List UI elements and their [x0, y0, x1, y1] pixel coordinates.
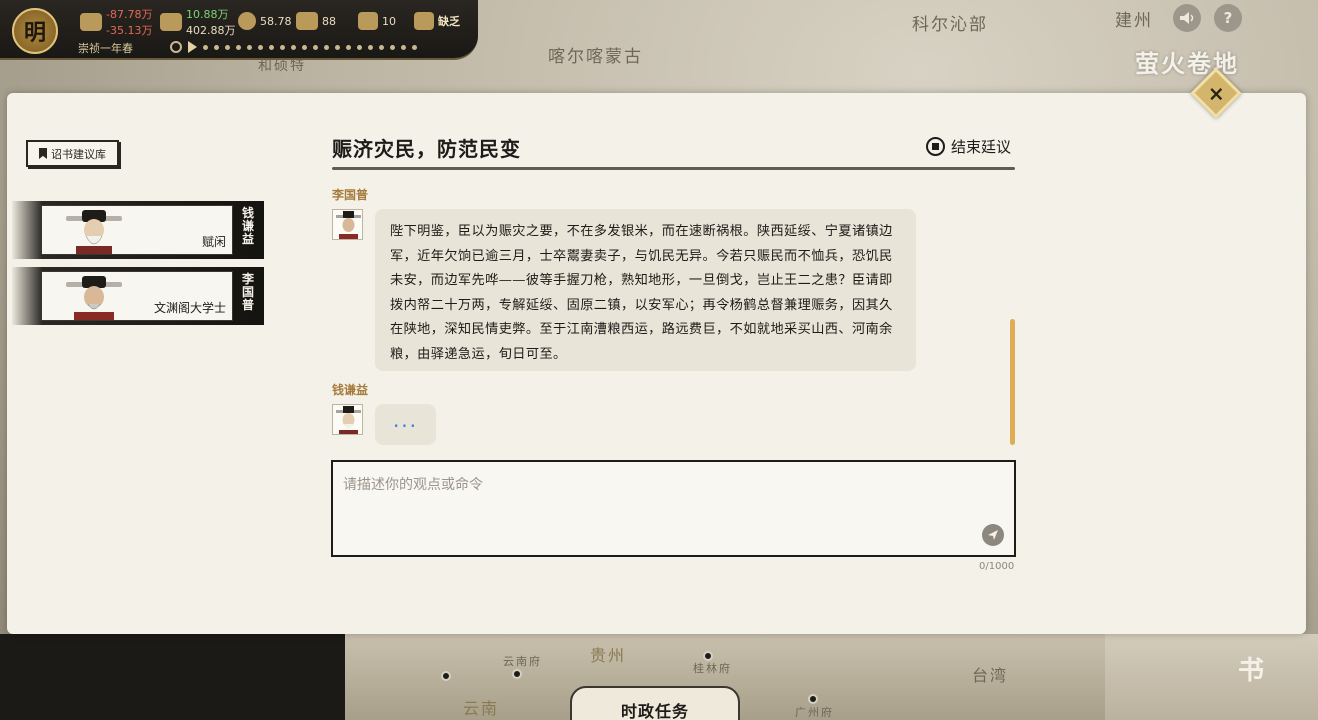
city-marker[interactable]: [703, 651, 713, 661]
minister-portrait-frame: 赋闲: [41, 205, 233, 255]
map-label-yunnan: 云南: [463, 699, 500, 718]
grain-stat[interactable]: 10.88万 402.88万: [160, 6, 236, 38]
typing-indicator: ...: [375, 404, 436, 445]
timeline-step[interactable]: [313, 44, 318, 50]
stop-icon: [926, 137, 945, 156]
silver-total: -35.13万: [106, 24, 153, 37]
book-menu-button[interactable]: 书: [1238, 650, 1264, 687]
title-divider: [332, 167, 1015, 170]
map-lower-left-decor: [0, 634, 345, 720]
question-icon: ?: [1223, 9, 1233, 27]
timeline-step[interactable]: [225, 44, 230, 50]
timeline-step[interactable]: [368, 44, 373, 50]
resource-bar: 明 -87.78万 -35.13万 10.88万 402.88万 58.78 8…: [0, 0, 478, 60]
help-button[interactable]: ?: [1214, 4, 1242, 32]
horse-icon: [296, 12, 318, 30]
grain-total: 402.88万: [186, 24, 236, 37]
bookmark-icon: [39, 148, 47, 159]
minister-title: 赋闲: [201, 235, 226, 249]
message-speaker: 钱谦益: [332, 383, 369, 397]
map-label-horqin: 科尔沁部: [912, 15, 988, 35]
timeline-step[interactable]: [324, 44, 329, 50]
game-date: 崇祯一年春: [78, 42, 133, 55]
map-label-guilinfu: 桂林府: [693, 662, 732, 675]
timeline-step[interactable]: [302, 44, 307, 50]
population-stat[interactable]: 58.78: [238, 12, 292, 30]
grain-delta: 10.88万: [186, 8, 229, 21]
message-speaker: 李国普: [332, 188, 369, 202]
timeline-step[interactable]: [379, 44, 384, 50]
speaker-icon: [1180, 12, 1194, 24]
paper-plane-icon: [988, 530, 998, 540]
timeline-step[interactable]: [203, 44, 208, 50]
threat-stat[interactable]: 10: [358, 12, 396, 30]
timeline-step[interactable]: [258, 44, 263, 50]
map-label-jianzhou: 建州: [1115, 11, 1153, 31]
minister-portrait: [66, 210, 122, 254]
map-label-taiwan: 台湾: [972, 666, 1009, 685]
mask-icon: [358, 12, 378, 30]
minister-name: 李国普: [241, 272, 254, 312]
time-control: [170, 41, 417, 53]
military-stat[interactable]: 88: [296, 12, 336, 30]
timeline-step[interactable]: [412, 44, 417, 50]
send-button[interactable]: [982, 524, 1004, 546]
character-counter: 0/1000: [979, 561, 1015, 572]
silver-stat[interactable]: -87.78万 -35.13万: [80, 6, 152, 38]
command-input[interactable]: [331, 460, 1016, 557]
map-label-yunnanfu: 云南府: [503, 655, 542, 668]
timeline-step[interactable]: [357, 44, 362, 50]
watermark-logo: 萤火卷地: [1135, 49, 1239, 78]
minister-portrait: [66, 276, 122, 320]
discussion-title: 赈济灾民，防范民变: [332, 137, 521, 161]
avatar: [332, 404, 363, 435]
silver-delta: -87.78万: [106, 8, 153, 21]
city-marker[interactable]: [512, 669, 522, 679]
minister-name: 钱谦益: [241, 206, 254, 246]
message-bubble: 陛下明鉴，臣以为赈灾之要，不在多发银米，而在速断祸根。陕西延绥、宁夏诸镇边军，近…: [375, 209, 916, 371]
scales-icon: [414, 12, 434, 30]
map-label-guizhou: 贵州: [590, 646, 627, 665]
policy-tasks-button[interactable]: 时政任务: [570, 686, 740, 720]
avatar: [332, 209, 363, 240]
timeline-step[interactable]: [346, 44, 351, 50]
edict-library-button[interactable]: 诏书建议库: [26, 140, 119, 167]
close-icon: ×: [1207, 80, 1225, 105]
timeline-step[interactable]: [214, 44, 219, 50]
map-lower-right-area[interactable]: [1105, 634, 1318, 720]
timeline-step[interactable]: [236, 44, 241, 50]
chat-scrollbar[interactable]: [1010, 319, 1015, 445]
dynasty-emblem[interactable]: 明: [12, 8, 58, 54]
people-icon: [238, 12, 256, 30]
timeline-step[interactable]: [291, 44, 296, 50]
minister-portrait-frame: 文渊阁大学士: [41, 271, 233, 321]
city-marker[interactable]: [441, 671, 451, 681]
map-label-khalkha: 喀尔喀蒙古: [548, 47, 643, 67]
silver-ingot-icon: [80, 13, 102, 31]
timeline-step[interactable]: [269, 44, 274, 50]
timeline-step[interactable]: [390, 44, 395, 50]
play-icon[interactable]: [188, 41, 197, 53]
timeline-step[interactable]: [401, 44, 406, 50]
map-label-guangzhoufu: 广州府: [795, 706, 834, 719]
city-marker[interactable]: [808, 694, 818, 704]
timeline-step[interactable]: [335, 44, 340, 50]
grain-sack-icon: [160, 13, 182, 31]
minister-title: 文渊阁大学士: [153, 301, 226, 315]
sound-toggle-button[interactable]: [1173, 4, 1201, 32]
timeline-step[interactable]: [247, 44, 252, 50]
message-text: 陛下明鉴，臣以为赈灾之要，不在多发银米，而在速断祸根。陕西延绥、宁夏诸镇边军，近…: [390, 224, 893, 362]
justice-stat[interactable]: 缺乏: [414, 12, 460, 30]
end-discussion-button[interactable]: 结束廷议: [926, 136, 1011, 157]
minister-card[interactable]: 文渊阁大学士 李国普: [12, 267, 264, 325]
minister-card[interactable]: 赋闲 钱谦益: [12, 201, 264, 259]
clock-icon[interactable]: [170, 41, 182, 53]
timeline-step[interactable]: [280, 44, 285, 50]
